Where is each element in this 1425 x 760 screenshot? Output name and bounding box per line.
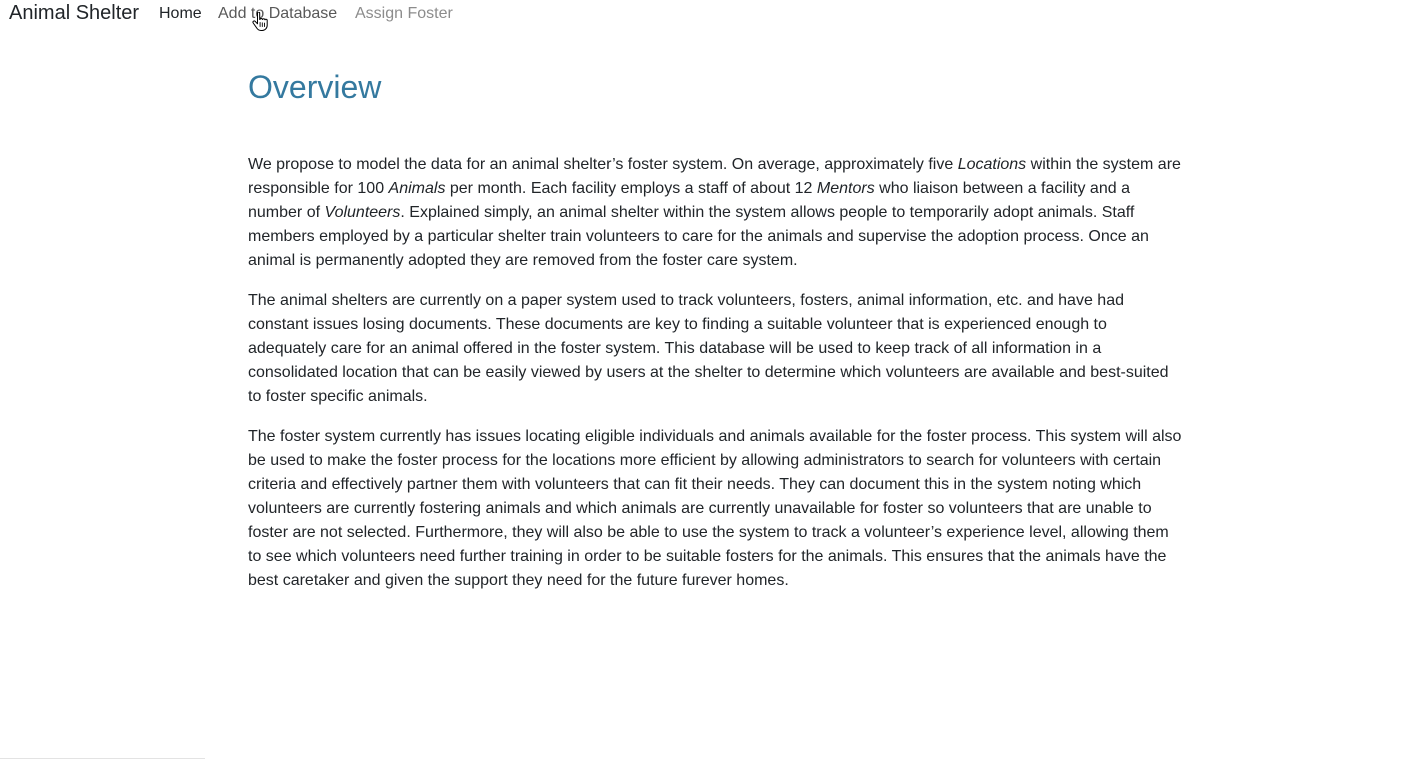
hand-pointer-icon	[252, 12, 268, 31]
paragraph-text: per month. Each facility employs a staff…	[445, 180, 817, 197]
nav-add-to-database-link[interactable]: Add to Database	[218, 5, 337, 23]
emphasis-term: Locations	[957, 156, 1027, 173]
emphasis-term: Animals	[388, 180, 446, 197]
brand-link[interactable]: Animal Shelter	[9, 2, 139, 25]
overview-paragraph-2: The animal shelters are currently on a p…	[248, 289, 1183, 409]
emphasis-term: Volunteers	[324, 204, 401, 221]
emphasis-term: Mentors	[816, 180, 875, 197]
page-title: Overview	[248, 69, 382, 105]
paragraph-text: We propose to model the data for an anim…	[248, 156, 958, 173]
nav-home-link[interactable]: Home	[159, 5, 202, 23]
bottom-divider	[0, 758, 205, 759]
paragraph-text: The foster system currently has issues l…	[248, 428, 1182, 589]
top-navbar: Animal Shelter Home Add to Database Assi…	[0, 0, 1425, 28]
overview-paragraph-1: We propose to model the data for an anim…	[248, 153, 1183, 273]
paragraph-text: The animal shelters are currently on a p…	[248, 292, 1169, 405]
nav-assign-foster-link[interactable]: Assign Foster	[355, 5, 453, 23]
overview-paragraph-3: The foster system currently has issues l…	[248, 425, 1183, 593]
